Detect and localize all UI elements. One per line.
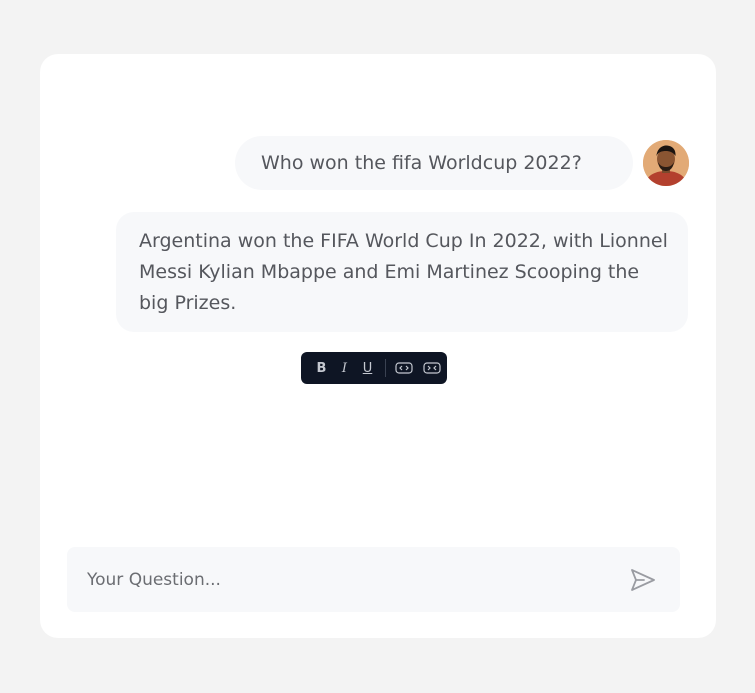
question-input-bar — [67, 547, 680, 612]
user-message-text: Who won the fifa Worldcup 2022? — [261, 152, 582, 174]
code-button[interactable] — [392, 356, 415, 380]
bot-message-text: Argentina won the FIFA World Cup In 2022… — [139, 230, 668, 314]
collapse-button[interactable] — [420, 356, 443, 380]
collapse-icon — [422, 362, 441, 374]
send-icon — [631, 569, 655, 591]
bot-message-bubble: Argentina won the FIFA World Cup In 2022… — [116, 212, 688, 332]
underline-button[interactable]: U — [356, 356, 379, 380]
send-button[interactable] — [628, 566, 658, 594]
avatar-image — [643, 140, 689, 186]
format-toolbar: B I U — [301, 352, 447, 384]
question-input[interactable] — [67, 547, 617, 612]
chat-card: Who won the fifa Worldcup 2022? Argentin… — [40, 54, 716, 638]
user-message-bubble: Who won the fifa Worldcup 2022? — [235, 136, 633, 190]
italic-button[interactable]: I — [333, 356, 356, 380]
bold-button[interactable]: B — [310, 356, 333, 380]
toolbar-divider — [385, 359, 386, 377]
code-icon — [394, 362, 413, 374]
avatar — [643, 140, 689, 186]
